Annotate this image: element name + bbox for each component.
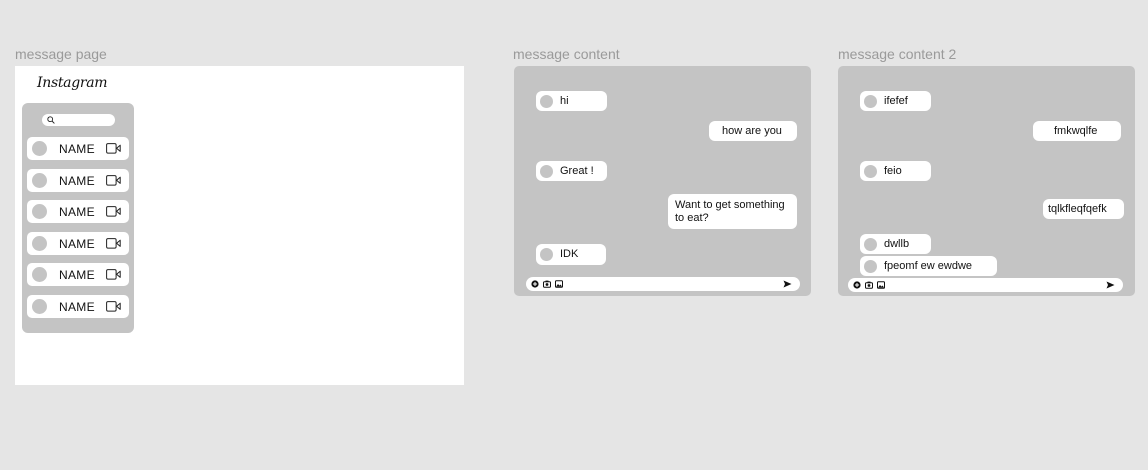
- frame-label-message-page: message page: [15, 46, 107, 62]
- contact-item[interactable]: NAME: [27, 295, 129, 318]
- plus-icon[interactable]: [531, 280, 539, 288]
- avatar: [32, 299, 47, 314]
- contact-item[interactable]: NAME: [27, 137, 129, 160]
- video-call-icon[interactable]: [106, 238, 121, 249]
- message-text: dwllb: [884, 238, 910, 250]
- message-bubble-incoming[interactable]: Great !: [536, 161, 607, 181]
- plus-icon[interactable]: [853, 281, 861, 289]
- message-text: feio: [884, 165, 902, 177]
- contact-name: NAME: [59, 174, 95, 188]
- frame-label-message-content: message content: [513, 46, 620, 62]
- video-call-icon[interactable]: [106, 206, 121, 217]
- message-bubble-outgoing[interactable]: how are you: [709, 121, 797, 141]
- contact-item[interactable]: NAME: [27, 200, 129, 223]
- send-icon[interactable]: [1106, 281, 1115, 289]
- avatar: [32, 267, 47, 282]
- search-input[interactable]: [42, 114, 115, 126]
- message-text: tqlkfleqfqefk: [1048, 203, 1107, 215]
- message-bubble-incoming[interactable]: IDK: [536, 244, 606, 265]
- send-icon[interactable]: [783, 280, 792, 288]
- message-text: how are you: [722, 125, 782, 137]
- message-text: ifefef: [884, 95, 908, 107]
- avatar: [540, 165, 553, 178]
- instagram-logo[interactable]: Instagram: [37, 75, 108, 91]
- message-content-frame: hi how are you Great ! Want to get somet…: [514, 66, 811, 296]
- message-bubble-outgoing[interactable]: tqlkfleqfqefk: [1043, 199, 1124, 219]
- avatar: [864, 165, 877, 178]
- message-text: fpeomf ew ewdwe: [884, 260, 973, 272]
- contact-sidebar: NAME NAME NAME NAME NAME NAME: [22, 103, 134, 333]
- message-content-2-frame: ifefef fmkwqlfe feio tqlkfleqfqefk dwllb…: [838, 66, 1135, 296]
- avatar: [864, 260, 877, 273]
- avatar: [32, 236, 47, 251]
- message-bubble-outgoing[interactable]: fmkwqlfe: [1033, 121, 1121, 141]
- search-icon: [47, 116, 55, 124]
- contact-item[interactable]: NAME: [27, 169, 129, 192]
- message-text: hi: [560, 95, 569, 107]
- message-text: Great !: [560, 165, 594, 177]
- message-input[interactable]: [848, 278, 1123, 292]
- contact-item[interactable]: NAME: [27, 232, 129, 255]
- contact-name: NAME: [59, 268, 95, 282]
- message-bubble-outgoing[interactable]: Want to get something to eat?: [668, 194, 797, 229]
- message-input[interactable]: [526, 277, 800, 291]
- contact-name: NAME: [59, 142, 95, 156]
- contact-name: NAME: [59, 300, 95, 314]
- message-text: fmkwqlfe: [1054, 125, 1098, 137]
- avatar: [864, 238, 877, 251]
- message-bubble-incoming[interactable]: ifefef: [860, 91, 931, 111]
- video-call-icon[interactable]: [106, 143, 121, 154]
- message-text: Want to get something to eat?: [675, 199, 785, 224]
- avatar: [32, 141, 47, 156]
- avatar: [540, 95, 553, 108]
- message-bubble-incoming[interactable]: dwllb: [860, 234, 931, 254]
- message-bubble-incoming[interactable]: hi: [536, 91, 607, 111]
- video-call-icon[interactable]: [106, 175, 121, 186]
- message-page-frame: Instagram NAME NAME NAME NAME NAME NAME: [15, 66, 464, 385]
- contact-item[interactable]: NAME: [27, 263, 129, 286]
- frame-label-message-content-2: message content 2: [838, 46, 957, 62]
- avatar: [864, 95, 877, 108]
- video-call-icon[interactable]: [106, 269, 121, 280]
- camera-icon[interactable]: [865, 281, 873, 289]
- avatar: [32, 173, 47, 188]
- image-icon[interactable]: [555, 280, 563, 288]
- video-call-icon[interactable]: [106, 301, 121, 312]
- message-bubble-incoming[interactable]: fpeomf ew ewdwe: [860, 256, 997, 276]
- contact-name: NAME: [59, 205, 95, 219]
- contact-name: NAME: [59, 237, 95, 251]
- message-text: IDK: [560, 248, 579, 260]
- avatar: [540, 248, 553, 261]
- message-bubble-incoming[interactable]: feio: [860, 161, 931, 181]
- camera-icon[interactable]: [543, 280, 551, 288]
- image-icon[interactable]: [877, 281, 885, 289]
- avatar: [32, 204, 47, 219]
